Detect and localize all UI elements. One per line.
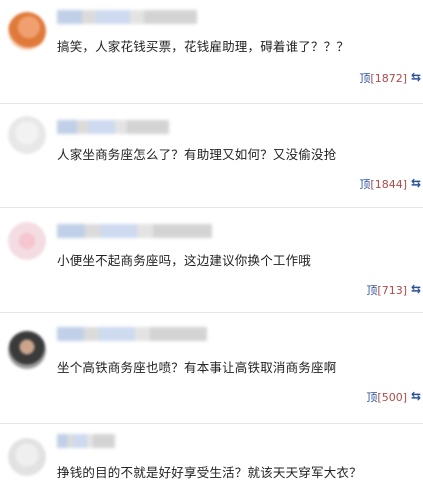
comment-text: 小便坐不起商务座吗，这边建议你换个工作哦: [57, 253, 312, 268]
username-obscured[interactable]: [57, 224, 212, 238]
upvote-label: 顶: [366, 284, 378, 297]
comment-list: 搞笑，人家花钱买票，花钱雇助理，碍着谁了？？？ 顶[1872] ⇆ 人家坐商务座…: [0, 0, 423, 486]
upvote-button[interactable]: 顶[500]: [366, 389, 407, 405]
comment-item: 挣钱的目的不就是好好享受生活？就该天天穿军大衣？: [0, 424, 423, 486]
avatar[interactable]: [8, 222, 46, 260]
comment-item: 坐个高铁商务座也喷？有本事让高铁取消商务座啊 顶[500] ⇆: [0, 313, 423, 424]
upvote-label: 顶: [366, 391, 378, 404]
avatar[interactable]: [8, 116, 46, 154]
username-obscured[interactable]: [57, 10, 197, 24]
upvote-button[interactable]: 顶[1872]: [359, 70, 407, 86]
avatar[interactable]: [8, 331, 46, 369]
upvote-count: [1872]: [370, 72, 407, 85]
username-obscured[interactable]: [57, 434, 115, 448]
avatar[interactable]: [8, 438, 46, 476]
comment-text: 搞笑，人家花钱买票，花钱雇助理，碍着谁了？？？: [57, 39, 350, 54]
upvote-count: [500]: [377, 391, 407, 404]
comment-text: 挣钱的目的不就是好好享受生活？就该天天穿军大衣？: [57, 465, 362, 480]
upvote-label: 顶: [359, 72, 371, 85]
avatar[interactable]: [8, 12, 46, 50]
username-obscured[interactable]: [57, 120, 169, 134]
username-obscured[interactable]: [57, 327, 207, 341]
share-icon[interactable]: ⇆: [411, 176, 421, 190]
share-icon[interactable]: ⇆: [411, 70, 421, 84]
comment-text: 坐个高铁商务座也喷？有本事让高铁取消商务座啊: [57, 360, 337, 375]
upvote-count: [713]: [377, 284, 407, 297]
comment-item: 人家坐商务座怎么了？有助理又如何？又没偷没抢 顶[1844] ⇆: [0, 104, 423, 208]
share-icon[interactable]: ⇆: [411, 282, 421, 296]
upvote-label: 顶: [359, 178, 371, 191]
upvote-button[interactable]: 顶[713]: [366, 282, 407, 298]
upvote-count: [1844]: [370, 178, 407, 191]
share-icon[interactable]: ⇆: [411, 389, 421, 403]
comment-text: 人家坐商务座怎么了？有助理又如何？又没偷没抢: [57, 147, 337, 162]
upvote-button[interactable]: 顶[1844]: [359, 176, 407, 192]
comment-item: 小便坐不起商务座吗，这边建议你换个工作哦 顶[713] ⇆: [0, 208, 423, 313]
comment-item: 搞笑，人家花钱买票，花钱雇助理，碍着谁了？？？ 顶[1872] ⇆: [0, 0, 423, 104]
